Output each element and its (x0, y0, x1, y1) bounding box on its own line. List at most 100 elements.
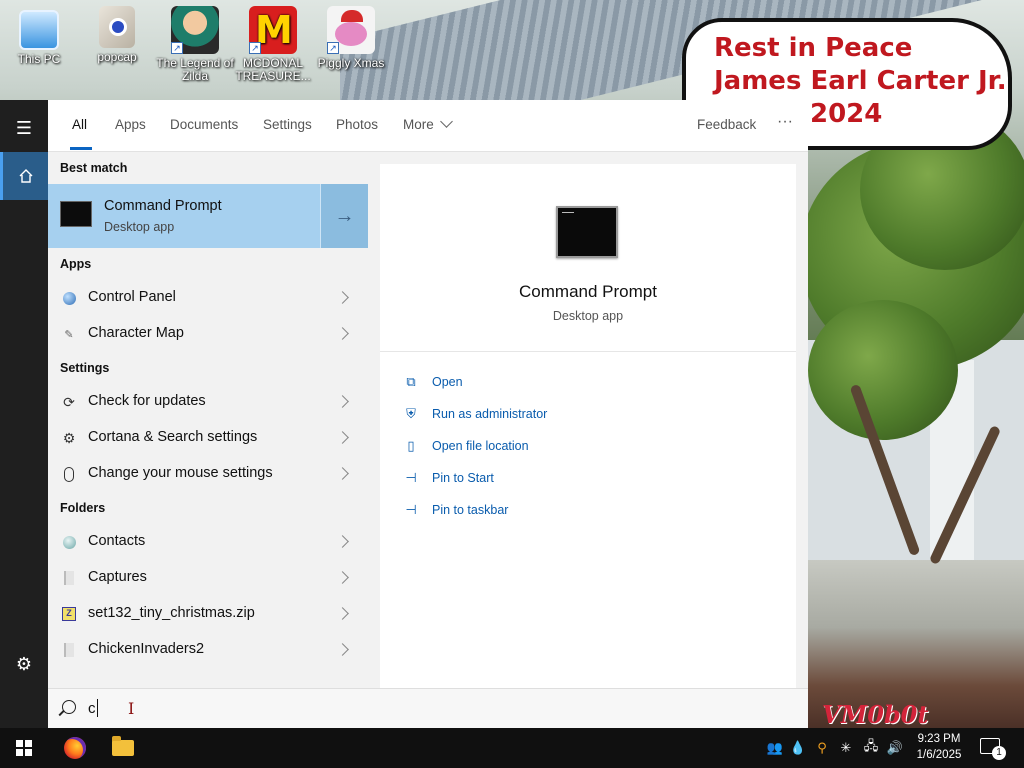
list-item-cortana-search-settings[interactable]: ⚙ Cortana & Search settings (48, 420, 368, 456)
list-item-zip-file[interactable]: Z set132_tiny_christmas.zip (48, 596, 368, 632)
taskbar-firefox[interactable] (51, 732, 99, 764)
arrow-right-icon: → (334, 204, 355, 227)
section-header-settings: Settings (60, 361, 110, 375)
control-panel-icon (60, 289, 78, 307)
tab-more-label: More (403, 117, 434, 132)
installer-icon (99, 6, 135, 48)
desktop-icon-label: popcap (97, 50, 137, 64)
best-match-item[interactable]: Command Prompt Desktop app → (48, 184, 368, 248)
tray-drop-icon[interactable]: 💧 (788, 728, 808, 768)
action-pin-to-start[interactable]: ⊣ Pin to Start (402, 467, 494, 489)
list-item-label: Character Map (88, 325, 184, 341)
active-tab-indicator (70, 147, 92, 150)
firefox-icon (64, 737, 86, 759)
mcdonalds-logo-icon: M ↗ (249, 6, 297, 54)
clock-time: 9:23 PM (917, 733, 961, 745)
tray-search-app-icon[interactable]: ⚲ (812, 728, 832, 768)
tab-more[interactable]: More (403, 115, 453, 132)
desktop-icon-label: This PC (17, 52, 61, 66)
mouse-icon (60, 465, 78, 483)
list-item-label: Check for updates (88, 393, 206, 409)
wallpaper-tree (808, 300, 958, 440)
chevron-right-icon (336, 643, 349, 656)
search-input[interactable]: c (88, 700, 96, 717)
computer-icon (19, 10, 59, 50)
tab-all[interactable]: All (72, 117, 87, 132)
action-open[interactable]: ⧉ Open (402, 371, 463, 393)
open-icon: ⧉ (406, 374, 416, 389)
search-box[interactable]: c I (48, 688, 808, 728)
action-label: Open file location (432, 439, 529, 453)
list-item-captures[interactable]: Captures (48, 560, 368, 596)
volume-icon[interactable]: 🔊 (884, 728, 906, 768)
command-prompt-icon (60, 201, 92, 227)
tab-settings[interactable]: Settings (263, 117, 312, 132)
list-item-control-panel[interactable]: Control Panel (48, 280, 368, 316)
desktop-icon-popcap[interactable]: popcap (78, 6, 156, 64)
preview-subtitle: Desktop app (552, 309, 624, 323)
more-options-button[interactable]: ··· (777, 113, 793, 131)
list-item-label: Captures (88, 569, 147, 585)
desktop-icon-mcdonal-treasure[interactable]: M ↗ MCDONAL TREASURE... (234, 6, 312, 83)
hamburger-icon: ☰ (15, 117, 33, 138)
taskbar-file-explorer[interactable] (99, 732, 147, 764)
action-run-as-administrator[interactable]: ⛨ Run as administrator (402, 403, 547, 425)
chevron-right-icon (336, 607, 349, 620)
tray-people-icon[interactable]: 👥 (764, 728, 786, 768)
action-pin-to-taskbar[interactable]: ⊣ Pin to taskbar (402, 499, 508, 521)
search-icon (62, 700, 76, 714)
desktop-icon-piggly-xmas[interactable]: ↗ Piggly Xmas (312, 6, 390, 70)
tray-sparkle-icon[interactable]: ✳ (836, 728, 856, 768)
best-match-title: Command Prompt (104, 198, 222, 214)
desktop-icon-label: The Legend of Zilda (156, 56, 234, 83)
preview-pane: Command Prompt Desktop app ⧉ Open ⛨ Run … (380, 164, 796, 688)
list-item-character-map[interactable]: ✎ Character Map (48, 316, 368, 352)
section-header-folders: Folders (60, 501, 106, 515)
tab-apps[interactable]: Apps (115, 117, 146, 132)
feedback-link[interactable]: Feedback (697, 117, 756, 132)
desktop-icon-legend-of-zilda[interactable]: ↗ The Legend of Zilda (156, 6, 234, 83)
chevron-right-icon (336, 571, 349, 584)
desktop-icon-label: Piggly Xmas (317, 56, 385, 70)
taskbar: 👥 💧 ⚲ ✳ 🖧 🔊 9:23 PM 1/6/2025 1 (0, 728, 1024, 768)
gear-icon: ⚙ (62, 429, 76, 446)
list-item-mouse-settings[interactable]: Change your mouse settings (48, 456, 368, 492)
list-item-check-for-updates[interactable]: ⟳ Check for updates (48, 384, 368, 420)
home-button[interactable] (0, 152, 48, 200)
bubble-line: James Earl Carter Jr. (714, 66, 1007, 96)
desktop-icon-this-pc[interactable]: This PC (0, 6, 78, 66)
shortcut-arrow-icon: ↗ (249, 42, 261, 54)
run-as-admin-icon: ⛨ (406, 406, 416, 421)
list-item-contacts[interactable]: Contacts (48, 524, 368, 560)
chevron-right-icon (336, 327, 349, 340)
chevron-right-icon (336, 291, 349, 304)
settings-button[interactable]: ⚙ (0, 640, 48, 688)
preview-title: Command Prompt (519, 282, 657, 301)
list-item-label: Control Panel (88, 289, 176, 305)
clock-date: 1/6/2025 (916, 749, 962, 761)
expand-preview-button[interactable]: → (320, 184, 368, 248)
home-icon (19, 169, 32, 183)
list-item-chicken-invaders[interactable]: ChickenInvaders2 (48, 632, 368, 668)
network-icon[interactable]: 🖧 (860, 728, 882, 768)
tab-documents[interactable]: Documents (170, 117, 238, 132)
chevron-down-icon (439, 115, 453, 128)
action-open-file-location[interactable]: ▯ Open file location (402, 435, 529, 457)
watermark: VM0b0t (822, 700, 929, 729)
action-label: Pin to taskbar (432, 503, 509, 517)
bubble-line: Rest in Peace (714, 33, 913, 63)
section-header-best-match: Best match (60, 161, 128, 175)
list-item-label: Cortana & Search settings (88, 429, 258, 445)
start-button[interactable] (0, 728, 48, 768)
filter-tabbar: All Apps Documents Settings Photos More … (48, 100, 808, 152)
shortcut-arrow-icon: ↗ (171, 42, 183, 54)
action-label: Open (432, 375, 463, 389)
shortcut-arrow-icon: ↗ (327, 42, 339, 54)
hamburger-menu-button[interactable]: ☰ (0, 104, 48, 152)
system-clock[interactable]: 9:23 PM 1/6/2025 (908, 731, 970, 763)
folder-icon (60, 641, 78, 659)
start-left-rail: ☰ ⚙ (0, 100, 48, 728)
zip-icon: Z (60, 605, 78, 623)
tab-photos[interactable]: Photos (336, 117, 378, 132)
ibeam-cursor-icon: I (128, 699, 135, 718)
